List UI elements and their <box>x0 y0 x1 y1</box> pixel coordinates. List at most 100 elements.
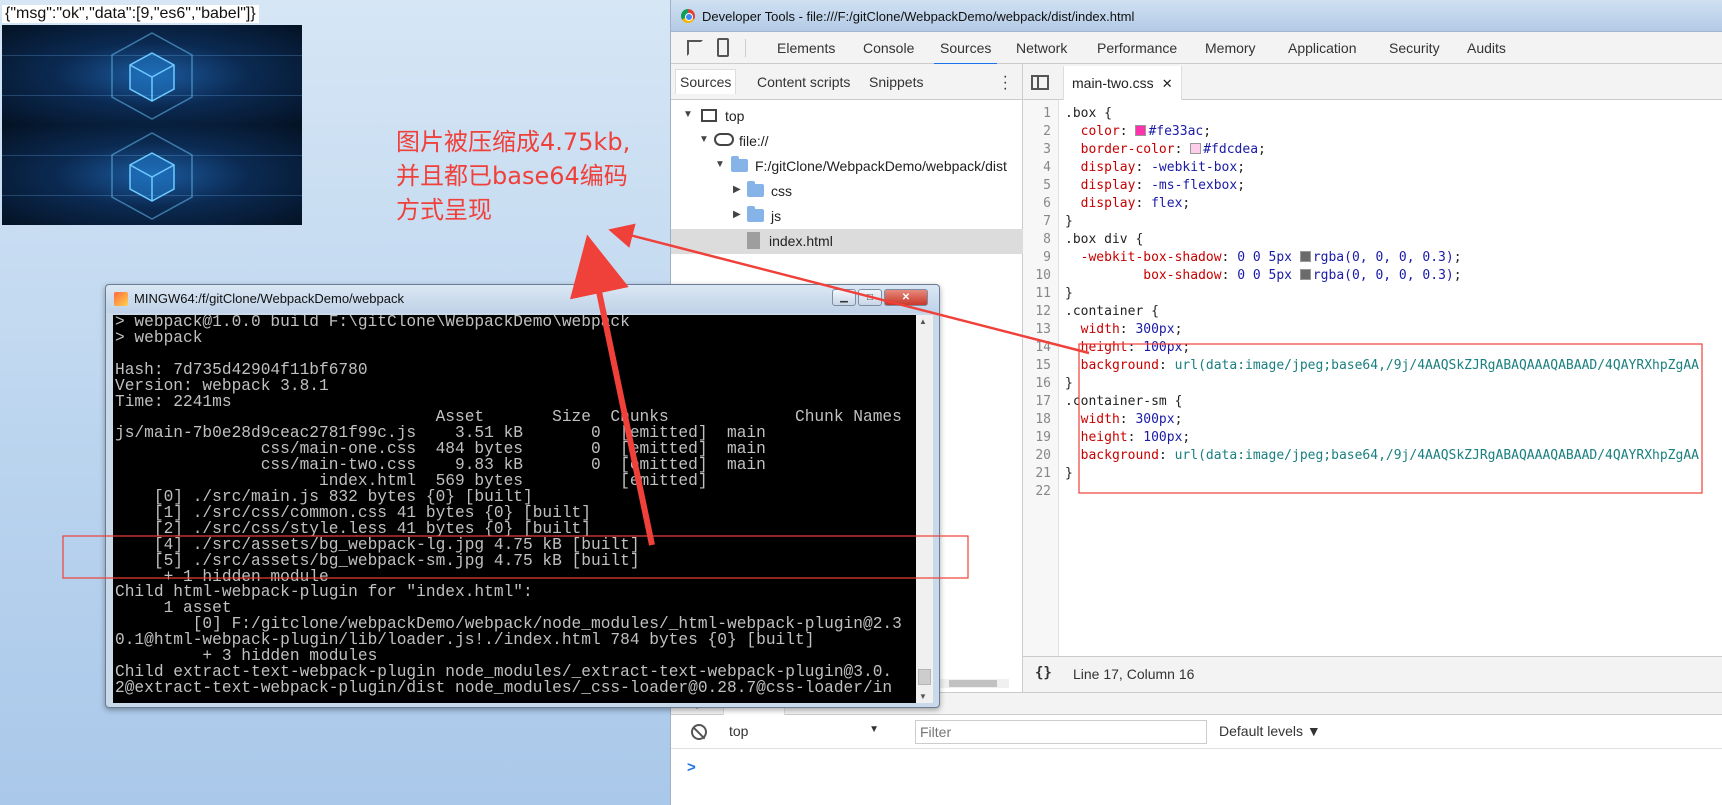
tab-snippets[interactable]: Snippets <box>869 74 923 90</box>
line-number: 1 <box>1043 106 1051 121</box>
tab-navigator-sources[interactable]: Sources <box>675 69 737 94</box>
tab-network[interactable]: Network <box>1016 40 1067 56</box>
console-filter-input[interactable] <box>915 720 1207 744</box>
terminal-titlebar[interactable]: MINGW64:/f/gitClone/WebpackDemo/webpack … <box>106 285 939 313</box>
pretty-print-button[interactable]: {} <box>1035 665 1052 681</box>
code-line: color: #fe33ac; <box>1080 124 1212 139</box>
tree-item-css[interactable]: ▶ css <box>671 179 1023 204</box>
tab-audits[interactable]: Audits <box>1467 40 1506 56</box>
clear-console-icon[interactable] <box>691 724 707 740</box>
collapse-triangle-icon: ▶ <box>733 209 741 220</box>
tab-security[interactable]: Security <box>1389 40 1440 56</box>
console-prompt[interactable]: > <box>687 759 696 776</box>
collapse-triangle-icon: ▶ <box>733 184 741 195</box>
code-line: } <box>1065 214 1073 229</box>
container-sm-background-image <box>2 125 302 225</box>
more-options-icon[interactable]: · · · <box>1003 69 1008 97</box>
annotation-text: 图片被压缩成4.75kb, 并且都已base64编码 方式呈现 <box>396 125 666 227</box>
color-swatch[interactable] <box>1190 143 1202 154</box>
container-background-image <box>2 25 302 125</box>
toggle-navigator-icon[interactable] <box>1031 75 1049 90</box>
code-line: .container-sm { <box>1065 394 1183 409</box>
terminal-scrollbar[interactable]: ▲ ▼ <box>916 315 933 703</box>
terminal-line: 2@extract-text-webpack-plugin/dist node_… <box>115 678 893 697</box>
code-line: box-shadow: 0 0 5px rgba(0, 0, 0, 0.3); <box>1143 268 1462 283</box>
device-toolbar-icon[interactable] <box>717 38 729 57</box>
line-number: 3 <box>1043 142 1051 157</box>
tree-item-top[interactable]: ▼ top <box>671 104 1023 129</box>
terminal-text: > webpack@1.0.0 build F:\gitClone\Webpac… <box>115 315 915 697</box>
tab-console[interactable]: Console <box>863 40 914 56</box>
minimize-button[interactable]: ▁ <box>832 289 856 306</box>
line-number: 17 <box>1035 394 1051 409</box>
terminal-title: MINGW64:/f/gitClone/WebpackDemo/webpack <box>134 291 404 306</box>
dropdown-arrow-icon: ▼ <box>869 724 879 735</box>
tree-item-js[interactable]: ▶ js <box>671 204 1023 229</box>
tree-label: top <box>725 108 745 124</box>
devtools-title: Developer Tools - file:///F:/gitClone/We… <box>702 9 1135 24</box>
terminal-line: > webpack <box>115 328 203 347</box>
cube-logo-icon <box>111 32 193 120</box>
annotation-line: 方式呈现 <box>396 196 492 224</box>
code-line: .container { <box>1065 304 1159 319</box>
tree-label: index.html <box>769 233 833 249</box>
chrome-icon <box>681 9 695 23</box>
tree-label: file:// <box>739 133 769 149</box>
code-editor: main-two.css ✕ 1 2 3 4 5 6 7 8 9 10 11 12 13 14 15 16 17 1… <box>1023 64 1722 692</box>
code-line: border-color: #fdcdea; <box>1080 142 1266 157</box>
annotation-line: 并且都已base64编码 <box>396 162 628 190</box>
code-line: display: -webkit-box; <box>1080 160 1246 175</box>
line-number: 12 <box>1035 304 1051 319</box>
tree-item-dist-folder[interactable]: ▼ F:/gitClone/WebpackDemo/webpack/dist <box>671 154 1023 179</box>
color-swatch[interactable] <box>1135 125 1147 136</box>
terminal-line: > webpack@1.0.0 build F:\gitClone\Webpac… <box>115 315 630 331</box>
json-response-text: {"msg":"ok","data":[9,"es6","babel"]} <box>2 5 259 23</box>
tab-memory[interactable]: Memory <box>1205 40 1256 56</box>
line-number: 14 <box>1035 340 1051 355</box>
file-icon <box>747 232 760 249</box>
tree-label: F:/gitClone/WebpackDemo/webpack/dist <box>755 158 1007 174</box>
tab-sources[interactable]: Sources <box>933 40 998 65</box>
code-line: } <box>1065 286 1073 301</box>
code-line: width: 300px; <box>1080 412 1183 427</box>
folder-icon <box>747 206 764 222</box>
line-number: 22 <box>1035 484 1051 499</box>
line-number: 20 <box>1035 448 1051 463</box>
cursor-position: Line 17, Column 16 <box>1073 666 1195 682</box>
expand-triangle-icon: ▼ <box>683 109 693 120</box>
context-selector[interactable]: top ▼ <box>723 721 883 743</box>
close-button[interactable]: ✕ <box>884 289 928 306</box>
code-line: background: url(data:image/jpeg;base64,/… <box>1080 448 1699 463</box>
maximize-button[interactable]: □ <box>858 289 882 306</box>
terminal-output[interactable]: > webpack@1.0.0 build F:\gitClone\Webpac… <box>113 315 933 703</box>
tree-item-origin[interactable]: ▼ file:// <box>671 129 1023 154</box>
cube-logo-icon <box>111 132 193 220</box>
code-line: background: url(data:image/jpeg;base64,/… <box>1080 358 1699 373</box>
line-number: 16 <box>1035 376 1051 391</box>
line-number: 10 <box>1035 268 1051 283</box>
console-drawer: ··· Console top▼ Default levels ▼ > <box>671 691 1722 805</box>
annotation-line: 图片被压缩成4.75kb, <box>396 128 631 156</box>
tree-item-index-html[interactable]: index.html <box>671 229 1023 254</box>
console-toolbar: top▼ Default levels ▼ <box>671 715 1722 749</box>
line-number: 13 <box>1035 322 1051 337</box>
tab-content-scripts[interactable]: Content scripts <box>757 74 850 90</box>
log-levels-dropdown[interactable]: Default levels ▼ <box>1219 723 1321 739</box>
navigator-tabbar: Sources Content scripts Snippets · · · <box>671 64 1022 100</box>
tab-performance[interactable]: Performance <box>1097 40 1177 56</box>
close-icon[interactable]: ✕ <box>1162 76 1173 91</box>
terminal-line: Version: webpack 3.8.1 <box>115 376 329 395</box>
color-swatch[interactable] <box>1299 251 1311 262</box>
tab-elements[interactable]: Elements <box>777 40 835 56</box>
line-number: 4 <box>1043 160 1051 175</box>
devtools-tabbar: Elements Console Sources Network Perform… <box>671 32 1722 65</box>
code-line: -webkit-box-shadow: 0 0 5px rgba(0, 0, 0… <box>1080 250 1462 265</box>
color-swatch[interactable] <box>1299 269 1311 280</box>
code-line: display: -ms-flexbox; <box>1080 178 1246 193</box>
line-number: 21 <box>1035 466 1051 481</box>
expand-triangle-icon: ▼ <box>715 159 725 170</box>
editor-tab-main-two-css[interactable]: main-two.css ✕ <box>1063 66 1182 100</box>
tab-application[interactable]: Application <box>1288 40 1357 56</box>
inspect-element-icon[interactable] <box>687 40 703 56</box>
code-line: height: 100px; <box>1080 430 1191 445</box>
